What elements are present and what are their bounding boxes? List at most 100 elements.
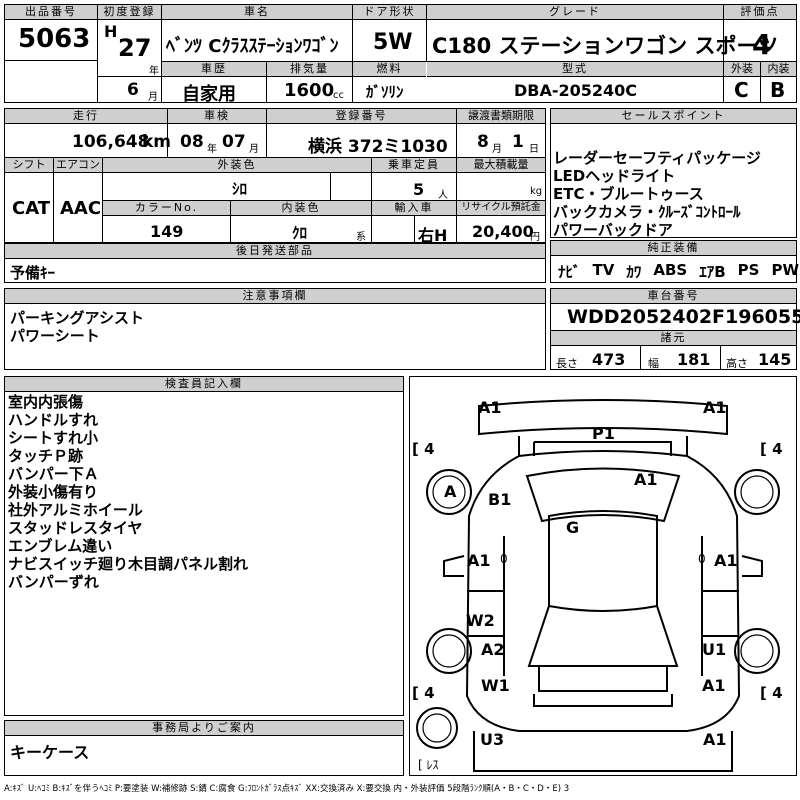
door-zero-right: 0 xyxy=(698,552,706,566)
color: ｼﾛ xyxy=(232,180,248,198)
capacity-unit: 人 xyxy=(438,190,448,201)
sales-item: パワーバックドア xyxy=(553,221,673,239)
import-label: 輸入車 xyxy=(372,201,456,216)
shift: CAT xyxy=(12,198,51,219)
hgt: 145 xyxy=(758,350,792,369)
car-name: ﾍﾞﾝﾂ Cｸﾗｽｽﾃｰｼｮﾝﾜｺﾞﾝ xyxy=(166,36,339,57)
inspect-month-unit: 月 xyxy=(249,144,259,155)
ac-label: エアコン xyxy=(54,158,102,173)
plate: 横浜 372ミ1030 xyxy=(308,137,448,157)
door-type: 5W xyxy=(373,30,413,55)
ac: AAC xyxy=(60,198,102,219)
inspect-label: 車検 xyxy=(168,109,266,124)
mark-rear-left: U3 xyxy=(480,730,505,749)
later-value: 予備ｷｰ xyxy=(10,264,56,282)
mark-left-front-fender: B1 xyxy=(488,490,512,509)
int-grade-label: 内装 xyxy=(761,62,796,77)
note-item: パワーシート xyxy=(10,327,100,345)
tire-fl: [ 4 xyxy=(412,440,435,458)
score: 4 xyxy=(752,28,772,61)
mileage-label: 走行 xyxy=(5,109,167,124)
sales-item: ETC・ブルートゥース xyxy=(553,185,704,203)
later-label: 後日発送部品 xyxy=(5,244,545,259)
shift-label: シフト xyxy=(5,158,53,173)
reg-month: 6 xyxy=(127,80,139,100)
mark-right-rear: A1 xyxy=(702,676,726,695)
grade-label: グレード xyxy=(427,5,723,20)
lot-label: 出品番号 xyxy=(5,5,97,20)
color-no-label: カラーNo. xyxy=(103,201,230,216)
tire-fr: [ 4 xyxy=(760,440,783,458)
mark-left-rear-wheel: A2 xyxy=(481,640,505,659)
capacity: 5 xyxy=(413,180,425,199)
history-label: 車歴 xyxy=(162,62,266,77)
equip-item: ABS xyxy=(653,261,688,279)
detail-table xyxy=(4,108,546,243)
equip-item: PW xyxy=(771,261,800,279)
model: DBA-205240C xyxy=(514,81,638,100)
mark-left-rear: W1 xyxy=(481,676,510,695)
inspector-item: バンパー下Ａ xyxy=(8,465,99,483)
mileage: 106,648 xyxy=(72,132,150,152)
equip-label: 純正装備 xyxy=(551,241,796,256)
equip-item: ｶﾜ xyxy=(626,263,642,281)
lot-number: 5063 xyxy=(18,24,91,54)
office-value: キーケース xyxy=(10,743,90,762)
wid: 181 xyxy=(677,350,711,369)
mark-left-door-rear: W2 xyxy=(466,611,495,630)
color-label: 外装色 xyxy=(103,158,371,173)
hgt-label: 高さ xyxy=(726,357,748,370)
recycle-unit: 円 xyxy=(530,232,540,243)
office-label: 事務局よりご案内 xyxy=(5,721,403,736)
tire-spare: [ ﾚｽ xyxy=(418,758,439,772)
mark-front-left-wheel: A xyxy=(444,482,457,501)
notes-list: パーキングアシスト パワーシート xyxy=(10,309,144,345)
tire-rr: [ 4 xyxy=(760,684,783,702)
transfer-month: 8 xyxy=(477,132,489,152)
reg-era: H xyxy=(104,22,118,41)
car-name-label: 車名 xyxy=(162,5,352,20)
transfer-month-unit: 月 xyxy=(492,144,502,155)
fuel-label: 燃料 xyxy=(353,62,426,77)
inspector-item: バンパーずれ xyxy=(8,573,99,591)
mark-right-door-front: A1 xyxy=(714,551,738,570)
sales-item: バックカメラ・ｸﾙｰｽﾞｺﾝﾄﾛｰﾙ xyxy=(553,203,741,221)
reg-label: 初度登録 xyxy=(98,5,161,20)
notes-label: 注意事項欄 xyxy=(5,289,545,304)
ext-grade-label: 外装 xyxy=(724,62,760,77)
mark-front-left: A1 xyxy=(478,398,502,417)
reg-month-unit: 月 xyxy=(148,92,158,103)
vin-label: 車台番号 xyxy=(551,289,796,304)
reg-year: 27 xyxy=(118,34,152,62)
inspector-item: シートすれ小 xyxy=(8,429,99,447)
capacity-label: 乗車定員 xyxy=(372,158,456,173)
mark-left-door-front: A1 xyxy=(467,551,491,570)
grade: C180 ステーションワゴン スポーツ xyxy=(432,34,779,58)
len: 473 xyxy=(592,350,626,369)
inspect-year-unit: 年 xyxy=(207,144,217,155)
sales-list: レーダーセーフティパッケージ LEDヘッドライト ETC・ブルートゥース バック… xyxy=(553,149,761,239)
equip-list: ﾅﾋﾞ TV ｶﾜ ABS ｴｱB PS PW xyxy=(558,261,799,282)
door-zero-left: 0 xyxy=(500,552,508,566)
sales-item: レーダーセーフティパッケージ xyxy=(553,149,761,167)
disp-label: 排気量 xyxy=(267,62,352,77)
int-color: ｸﾛ xyxy=(292,224,308,242)
mark-roof: G xyxy=(566,518,580,537)
vin: WDD2052402F196055 xyxy=(567,306,800,328)
specs-label: 諸元 xyxy=(551,330,796,346)
tire-rl: [ 4 xyxy=(412,684,435,702)
wid-label: 幅 xyxy=(648,357,659,370)
int-color-label: 内装色 xyxy=(231,201,371,216)
transfer-day-unit: 日 xyxy=(529,144,539,155)
history: 自家用 xyxy=(182,84,236,105)
inspector-label: 検査員記入欄 xyxy=(5,377,403,392)
sales-item: LEDヘッドライト xyxy=(553,167,676,185)
equip-item: ｴｱB xyxy=(699,263,726,281)
recycle: 20,400 xyxy=(472,222,534,241)
recycle-label: リサイクル預託金 xyxy=(457,201,545,216)
model-label: 型式 xyxy=(427,62,723,77)
transfer-label: 譲渡書類期限 xyxy=(457,109,545,124)
inspector-item: スタッドレスタイヤ xyxy=(8,519,143,537)
inspector-list: 室内内張傷 ハンドルすれ シートすれ小 タッチＰ跡 バンパー下Ａ 外装小傷有り … xyxy=(8,393,248,591)
int-grade: B xyxy=(770,78,786,102)
